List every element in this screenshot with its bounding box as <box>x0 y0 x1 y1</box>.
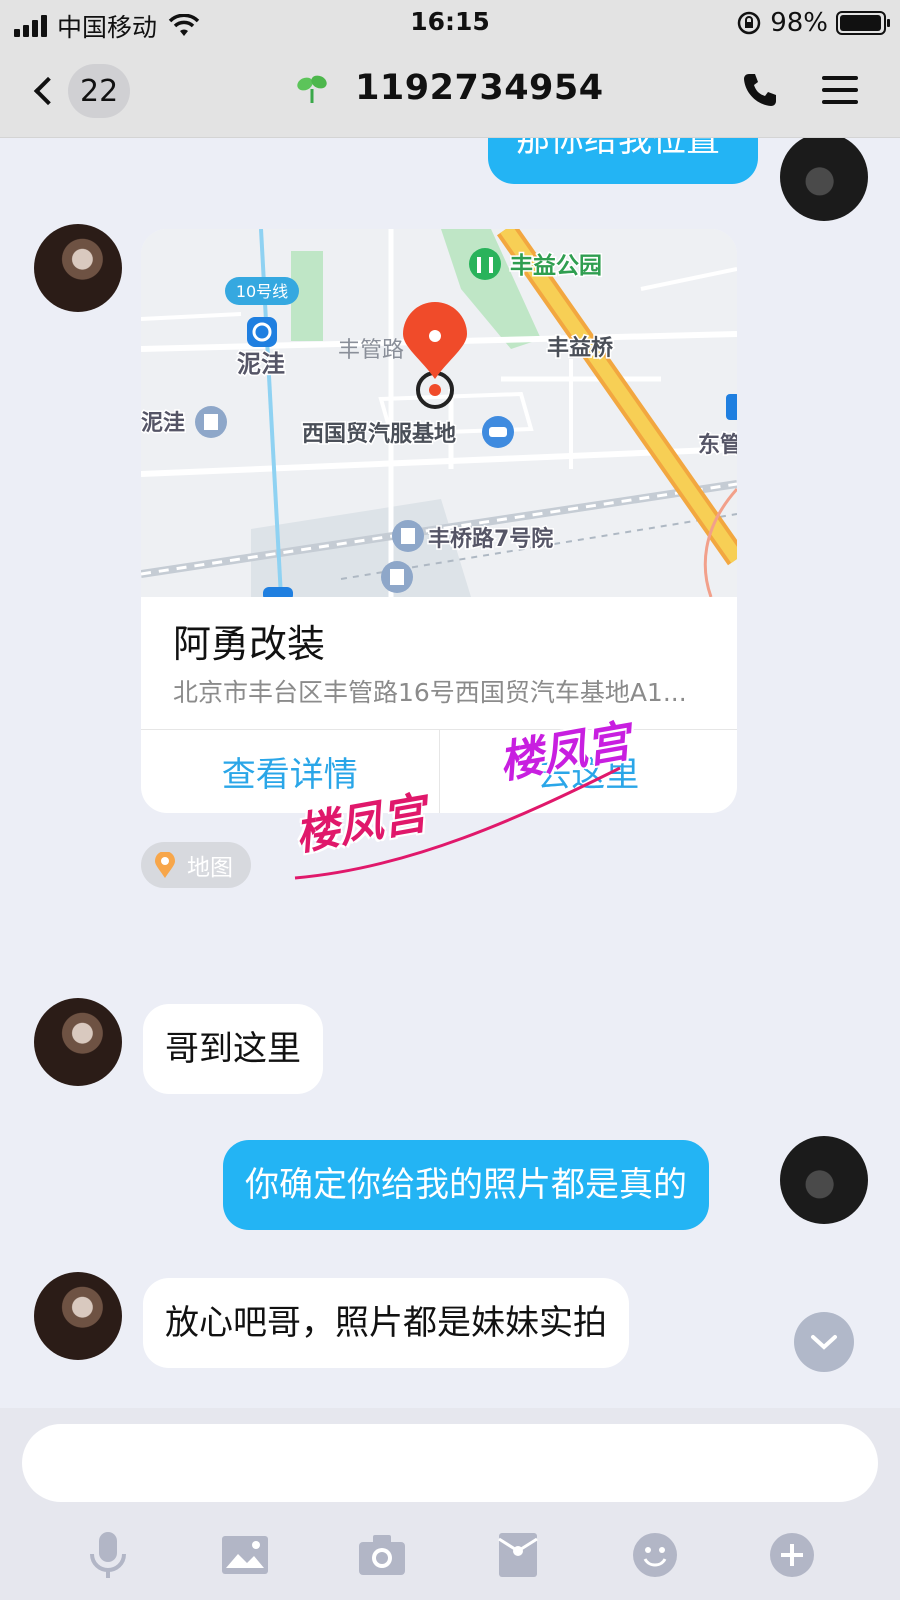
emoji-button[interactable] <box>625 1525 685 1585</box>
message-bubble-outgoing[interactable]: 你确定你给我的照片都是真的 <box>223 1140 709 1230</box>
message-bubble-incoming[interactable]: 哥到这里 <box>143 1004 323 1094</box>
location-card[interactable]: 10号线 泥洼 泥洼 丰管路 丰益公园 丰益桥 西国贸汽服基地 东管 丰桥路7号… <box>141 229 737 813</box>
message-text: 你确定你给我的照片都是真的 <box>245 1164 687 1205</box>
map-label-line: 10号线 <box>236 282 288 301</box>
menu-icon[interactable] <box>820 70 860 110</box>
map-label-compound: 丰桥路7号院 <box>428 526 553 552</box>
location-actions: 查看详情 去这里 <box>141 729 737 813</box>
place-name: 阿勇改装 <box>173 622 326 666</box>
avatar-contact[interactable] <box>34 1272 122 1360</box>
subway-station-icon <box>247 317 277 347</box>
chat-area[interactable]: 那你给我位置 10号线 泥洼 泥洼 丰管路 丰益公园 丰益桥 西国贸汽服基地 东… <box>0 138 900 1408</box>
image-button[interactable] <box>215 1525 275 1585</box>
battery-percent: 98% <box>770 8 828 38</box>
status-right: 98% <box>736 8 890 38</box>
map-label-base: 西国贸汽服基地 <box>302 421 456 447</box>
avatar-contact[interactable] <box>34 224 122 312</box>
message-text: 哥到这里 <box>165 1028 301 1069</box>
chat-title-text: 1192734954 <box>355 68 604 108</box>
camera-button[interactable] <box>352 1525 412 1585</box>
status-bar: 中国移动 16:15 98% <box>0 0 900 44</box>
microphone-icon <box>90 1532 127 1578</box>
chevron-down-icon <box>811 1335 837 1350</box>
map-preview[interactable]: 10号线 泥洼 泥洼 丰管路 丰益公园 丰益桥 西国贸汽服基地 东管 丰桥路7号… <box>141 229 737 601</box>
voice-button[interactable] <box>78 1525 138 1585</box>
message-text: 那你给我位置 <box>516 138 720 160</box>
plus-icon <box>769 1533 814 1577</box>
red-packet-icon <box>498 1533 539 1577</box>
park-icon <box>469 248 501 280</box>
header-actions <box>740 70 860 110</box>
composer-toolbar <box>0 1520 900 1590</box>
scroll-to-bottom-button[interactable] <box>794 1312 854 1372</box>
more-button[interactable] <box>762 1525 822 1585</box>
avatar-self[interactable] <box>780 1136 868 1224</box>
emoji-icon <box>632 1533 677 1577</box>
message-input[interactable] <box>22 1424 878 1502</box>
place-address: 北京市丰台区丰管路16号西国贸汽车基地A1... <box>173 678 687 707</box>
map-label-station: 泥洼 <box>237 350 285 378</box>
map-label-bridge: 丰益桥 <box>547 335 613 361</box>
composer <box>0 1408 900 1600</box>
avatar-contact[interactable] <box>34 998 122 1086</box>
map-label-road: 丰管路 <box>338 338 404 363</box>
battery-icon <box>836 11 890 35</box>
chat-header: 22 1192734954 <box>0 44 900 138</box>
avatar-self[interactable] <box>780 138 868 221</box>
map-tag[interactable]: 地图 <box>141 842 251 888</box>
map-tag-label: 地图 <box>187 855 233 881</box>
camera-icon <box>358 1535 405 1575</box>
message-bubble-incoming[interactable]: 放心吧哥，照片都是妹妹实拍 <box>143 1278 629 1368</box>
image-icon <box>221 1536 268 1574</box>
map-label-station-2: 泥洼 <box>141 411 185 436</box>
map-label-east: 东管 <box>698 432 737 458</box>
battery-fill <box>840 15 882 31</box>
map-label-park: 丰益公园 <box>510 252 602 279</box>
location-pin-icon <box>155 852 175 878</box>
phone-icon[interactable] <box>740 70 780 110</box>
rotation-lock-icon <box>737 11 761 35</box>
sprout-icon <box>297 75 328 103</box>
message-bubble-outgoing[interactable]: 那你给我位置 <box>488 138 758 184</box>
message-text: 放心吧哥，照片都是妹妹实拍 <box>165 1302 607 1343</box>
map-svg: 10号线 泥洼 泥洼 丰管路 丰益公园 丰益桥 西国贸汽服基地 东管 丰桥路7号… <box>141 229 737 601</box>
red-packet-button[interactable] <box>488 1525 548 1585</box>
